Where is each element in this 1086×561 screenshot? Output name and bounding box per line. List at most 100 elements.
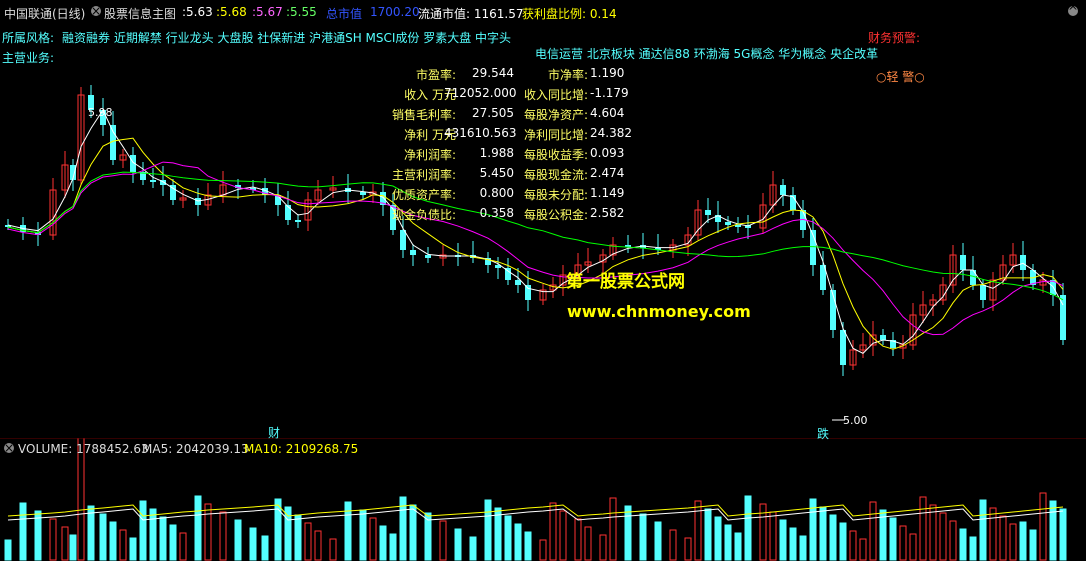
style-items: 融资融券 近期解禁 行业龙头 大盘股 社保新进 沪港通SH MSCI成份 罗素大… — [62, 31, 512, 45]
volume-bar — [989, 507, 997, 561]
candle[interactable] — [470, 241, 476, 263]
candle[interactable] — [1060, 283, 1066, 345]
volume-close-icon[interactable]: × — [4, 442, 14, 454]
volume-bar — [1059, 508, 1067, 561]
volume-bar — [87, 505, 95, 561]
volume-value: VOLUME: 1788452.63 — [18, 442, 149, 456]
candle[interactable] — [830, 284, 836, 338]
candle[interactable] — [455, 243, 461, 266]
candle[interactable] — [999, 255, 1007, 285]
volume-bar — [1039, 492, 1047, 561]
volume-bar — [734, 532, 742, 561]
finance-value: 4.604 — [590, 106, 625, 120]
volume-bar — [909, 533, 917, 561]
candle[interactable] — [170, 179, 176, 205]
volume-bar — [539, 539, 547, 561]
volume-chart[interactable] — [0, 438, 1086, 561]
chart-header: 中国联通(日线) × 股票信息主图 :5.63 :5.68 :5.67 :5.5… — [0, 0, 1086, 22]
candle[interactable] — [820, 251, 826, 295]
volume-bar — [654, 521, 662, 561]
profit-ratio: 获利盘比例: 0.14 — [522, 7, 617, 21]
volume-bar — [969, 536, 977, 561]
volume-bar — [609, 497, 617, 561]
candle[interactable] — [1050, 270, 1056, 306]
candle[interactable] — [880, 329, 886, 345]
finance-label: 每股未分配: — [523, 188, 588, 202]
candle[interactable] — [684, 227, 692, 256]
chevron-up-icon[interactable]: ^ — [1068, 5, 1078, 17]
volume-header: × VOLUME: 1788452.63 MA5: 2042039.13 MA1… — [0, 438, 1086, 456]
candle[interactable] — [345, 174, 351, 203]
candle[interactable] — [609, 237, 617, 260]
candle[interactable] — [485, 252, 491, 273]
volume-bar — [359, 509, 367, 561]
volume-bar — [219, 511, 227, 561]
indicator-value-4: :5.55 — [286, 5, 317, 19]
candle[interactable] — [275, 183, 281, 216]
candle[interactable] — [669, 239, 677, 258]
volume-bar — [1009, 523, 1017, 561]
indicator-name[interactable]: 股票信息主图 — [104, 5, 176, 22]
candle[interactable] — [495, 257, 501, 279]
volume-bar — [19, 502, 27, 561]
candle[interactable] — [780, 179, 786, 206]
candle[interactable] — [119, 149, 127, 168]
volume-bar — [524, 531, 532, 561]
candle[interactable] — [840, 322, 846, 376]
stock-title[interactable]: 中国联通(日线) — [4, 5, 85, 22]
volume-bar — [261, 535, 269, 561]
volume-bar — [639, 513, 647, 561]
indicator-close-icon[interactable]: × — [91, 5, 101, 17]
candle[interactable] — [110, 111, 116, 165]
volume-bar — [684, 537, 692, 561]
candle[interactable] — [745, 215, 751, 239]
volume-bar — [869, 501, 877, 561]
candle[interactable] — [1020, 241, 1026, 281]
candle[interactable] — [859, 333, 867, 358]
volume-bar — [61, 526, 69, 561]
volume-bar — [504, 515, 512, 561]
candle[interactable] — [219, 171, 227, 203]
volume-ma10: MA10: 2109268.75 — [244, 442, 359, 456]
volume-bar — [819, 506, 827, 561]
volume-bar — [439, 520, 447, 561]
candle[interactable] — [694, 200, 702, 240]
business-label: 主营业务: — [2, 51, 55, 65]
candle[interactable] — [939, 277, 947, 305]
volume-bar — [779, 519, 787, 561]
volume-bar — [599, 534, 607, 561]
candle[interactable] — [1009, 243, 1017, 273]
candle[interactable] — [360, 186, 366, 200]
indicator-value-3: :5.67 — [252, 5, 283, 19]
candle[interactable] — [77, 87, 85, 185]
candle[interactable] — [949, 245, 957, 293]
candle[interactable] — [130, 147, 136, 183]
finance-value: 27.505 — [472, 106, 514, 120]
candle[interactable] — [410, 244, 416, 266]
volume-bar — [999, 515, 1007, 561]
candle[interactable] — [295, 214, 301, 228]
candle[interactable] — [49, 178, 57, 240]
finance-value: 1.149 — [590, 186, 625, 200]
volume-bar — [899, 525, 907, 561]
volume-bar — [744, 495, 752, 561]
candle[interactable] — [539, 284, 547, 305]
candle[interactable] — [5, 219, 11, 230]
volume-bar — [1029, 529, 1037, 561]
finance-value: 431610.563 — [444, 126, 517, 140]
volume-bar — [4, 539, 12, 561]
candle[interactable] — [655, 234, 661, 255]
candle[interactable] — [759, 193, 767, 233]
candle[interactable] — [549, 277, 557, 298]
volume-bar — [769, 511, 777, 561]
candle[interactable] — [869, 321, 877, 356]
candle[interactable] — [70, 159, 76, 191]
candle[interactable] — [204, 183, 212, 210]
volume-bar — [149, 508, 157, 561]
volume-bar — [514, 523, 522, 561]
candle[interactable] — [625, 235, 631, 253]
candle[interactable] — [890, 332, 896, 356]
finance-label: 市净率: — [547, 68, 588, 82]
volume-bar — [234, 519, 242, 561]
finance-label: 收入同比增: — [523, 88, 588, 102]
